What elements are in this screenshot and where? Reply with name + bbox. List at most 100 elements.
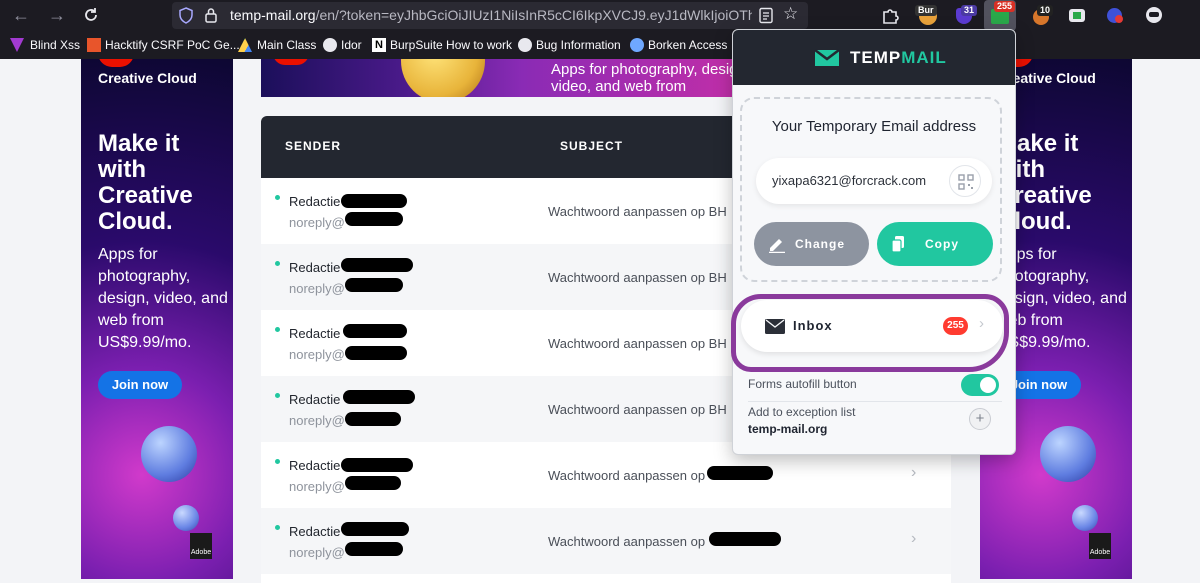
copy-button[interactable]: Copy xyxy=(877,222,993,266)
chevron-right-icon: › xyxy=(911,530,917,547)
redaction xyxy=(345,476,401,490)
bookmark-bug-information[interactable]: Bug Information xyxy=(536,38,621,52)
notion-icon: N xyxy=(372,38,386,52)
add-exception-button[interactable]: + xyxy=(969,408,991,430)
qr-code-icon xyxy=(958,174,974,190)
adobe-logo: Adobe xyxy=(190,533,212,559)
exception-domain: temp-mail.org xyxy=(748,422,828,436)
back-button[interactable]: ← xyxy=(9,4,33,26)
bookmark-blind-xss[interactable]: Blind Xss xyxy=(30,38,80,52)
popup-brand: TEMPMAIL xyxy=(850,48,947,68)
ad-left[interactable]: Creative Cloud Make it with Creative Clo… xyxy=(81,59,233,579)
blind-xss-icon xyxy=(10,38,24,52)
qr-code-button[interactable] xyxy=(949,165,981,197)
redaction xyxy=(707,466,773,480)
page-content: Creative Cloud Make it with Creative Clo… xyxy=(0,59,1200,583)
copy-label: Copy xyxy=(925,237,959,251)
unread-dot-icon xyxy=(275,195,280,200)
tempmail-extension-button[interactable]: 255 xyxy=(984,0,1016,31)
redaction xyxy=(345,542,403,556)
row-sender: Redactie xyxy=(289,194,341,209)
address-bar[interactable]: temp-mail.org/en/?token=eyJhbGciOiJIUzI1… xyxy=(172,2,808,29)
burp-extension-icon[interactable]: Bur xyxy=(915,4,939,26)
change-button[interactable]: Change xyxy=(754,222,869,266)
popup-header: TEMPMAIL xyxy=(733,30,1015,85)
bookmark-hacktify[interactable]: Hacktify CSRF PoC Ge... xyxy=(105,38,240,52)
drive-icon xyxy=(238,38,252,52)
tempmail-badge: 255 xyxy=(994,1,1016,12)
bookmark-main-class[interactable]: Main Class xyxy=(257,38,316,52)
mail-icon xyxy=(765,319,785,334)
exception-label: Add to exception list xyxy=(748,405,856,419)
row-address: noreply@ xyxy=(289,413,345,428)
extensions-puzzle-icon[interactable] xyxy=(880,4,902,26)
column-subject: SUBJECT xyxy=(560,139,624,153)
ad-orb-icon xyxy=(1040,426,1096,482)
toggle-knob xyxy=(980,377,996,393)
autofill-toggle[interactable] xyxy=(961,374,999,396)
shield-badge: 31 xyxy=(961,5,978,16)
row-sender: Redactie xyxy=(289,392,341,407)
row-sender: Redactie xyxy=(289,458,341,473)
unread-dot-icon xyxy=(275,261,280,266)
ad-headline: Make it with Creative Cloud. xyxy=(98,130,193,235)
bookmark-burpsuite[interactable]: BurpSuite How to work xyxy=(390,38,512,52)
url-path: /en/?token=eyJhbGciOiJIUzI1NiIsInR5cCI6I… xyxy=(315,7,752,23)
ad-orb-small-icon xyxy=(173,505,199,531)
change-label: Change xyxy=(795,237,846,251)
url-text[interactable]: temp-mail.org/en/?token=eyJhbGciOiJIUzI1… xyxy=(230,7,752,23)
autofill-label: Forms autofill button xyxy=(748,377,857,391)
bookmark-idor[interactable]: Idor xyxy=(341,38,362,52)
unread-dot-icon xyxy=(275,459,280,464)
column-sender: SENDER xyxy=(285,139,342,153)
redaction xyxy=(345,412,401,426)
banner-logo-icon xyxy=(273,59,309,65)
agent-extension-icon[interactable] xyxy=(1143,4,1165,26)
url-host: temp-mail.org xyxy=(230,7,316,23)
edit-icon xyxy=(769,239,785,253)
chevron-right-icon: › xyxy=(911,464,917,481)
bookmark-broken-access[interactable]: Borken Access xyxy=(648,38,727,52)
divider xyxy=(748,401,1002,402)
redaction xyxy=(345,278,403,292)
redaction xyxy=(343,390,415,404)
table-row[interactable]: Redactie noreply@ Wachtwoord aanpassen o… xyxy=(261,508,951,574)
email-field[interactable]: yixapa6321@forcrack.com xyxy=(756,158,992,204)
row-subject: Wachtwoord aanpassen op BH xyxy=(548,204,727,219)
chevron-right-icon: › xyxy=(979,315,984,332)
row-subject: Wachtwoord aanpassen op xyxy=(548,534,706,549)
bookmark-star-icon[interactable]: ☆ xyxy=(783,4,798,24)
ad-banner[interactable]: Apps for photography, design, video, and… xyxy=(261,59,735,97)
forward-button[interactable]: → xyxy=(45,4,69,26)
idor-icon xyxy=(323,38,337,52)
lock-icon[interactable] xyxy=(204,7,218,23)
reader-view-icon[interactable] xyxy=(758,7,774,24)
redaction xyxy=(709,532,781,546)
row-sender: Redactie xyxy=(289,326,341,341)
ad-brand: Creative Cloud xyxy=(98,70,197,86)
redaction xyxy=(341,522,409,536)
redaction xyxy=(345,346,407,360)
reload-button[interactable] xyxy=(79,4,103,26)
ad-orb-icon xyxy=(141,426,197,482)
copy-icon xyxy=(891,236,904,253)
redaction xyxy=(341,194,407,208)
email-value: yixapa6321@forcrack.com xyxy=(772,173,927,188)
tracking-shield-icon[interactable] xyxy=(178,7,194,24)
redaction xyxy=(343,324,407,338)
shield-extension-icon[interactable]: 31 xyxy=(953,4,978,26)
cookie-extension-icon[interactable]: 10 xyxy=(1031,4,1054,26)
reload-icon xyxy=(85,8,97,21)
inbox-button[interactable]: Inbox 255 › xyxy=(741,300,1003,352)
ad-join-button[interactable]: Join now xyxy=(98,371,182,399)
row-sender: Redactie xyxy=(289,524,341,539)
row-subject: Wachtwoord aanpassen op BH xyxy=(548,336,727,351)
row-address: noreply@ xyxy=(289,281,345,296)
redaction xyxy=(341,258,413,272)
row-subject: Wachtwoord aanpassen op BH xyxy=(548,270,727,285)
puzzle-extension-icon[interactable] xyxy=(1066,4,1088,26)
banner-planet-icon xyxy=(401,59,485,97)
unread-dot-icon xyxy=(275,393,280,398)
burp-badge: Bur xyxy=(915,5,937,16)
wappalyzer-extension-icon[interactable] xyxy=(1104,4,1126,26)
